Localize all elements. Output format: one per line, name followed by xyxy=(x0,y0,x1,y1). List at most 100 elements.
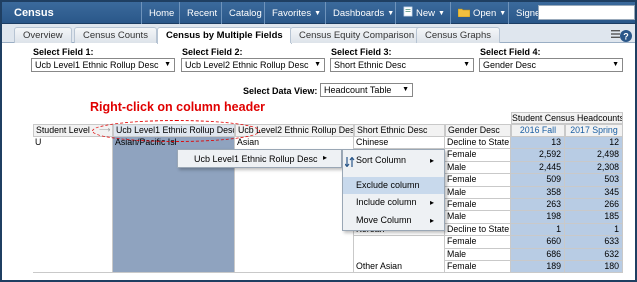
field-4-select[interactable]: Gender Desc ▼ xyxy=(479,58,623,72)
column-header-3[interactable]: Short Ethnic Desc xyxy=(354,124,445,137)
tab-census-counts[interactable]: Census Counts xyxy=(74,27,157,43)
nav-dashboards-label: Dashboards xyxy=(333,7,385,19)
spring-2017-cell: 633 xyxy=(565,236,623,249)
app-window: Census Home Recent Catalog Favorites ▼ Da… xyxy=(0,0,637,282)
gender-cell: Male xyxy=(445,186,511,199)
gender-cell: Female xyxy=(445,174,511,187)
sort-icon xyxy=(344,156,356,168)
nav-favorites-label: Favorites xyxy=(272,7,312,19)
column-header-4[interactable]: Gender Desc xyxy=(445,124,511,137)
field-3-label: Select Field 3: xyxy=(331,47,392,57)
spring-2017-cell: 345 xyxy=(565,186,623,199)
gender-cell: Female xyxy=(445,261,511,274)
dashboard-tabs: Overview Census Counts Census by Multipl… xyxy=(2,24,635,44)
gender-cell: Female xyxy=(445,149,511,162)
annotation-text: Right-click on column header xyxy=(90,100,266,114)
menu-item-sort-column-label: Sort Column xyxy=(356,155,407,165)
menu-item-sort-column[interactable]: Sort Column ▸ xyxy=(343,152,444,169)
ethnic-cell: Chinese xyxy=(354,137,445,150)
spring-2017-cell: 12 xyxy=(565,137,623,150)
nav-home[interactable]: Home xyxy=(141,2,181,24)
nav-dashboards[interactable]: Dashboards ▼ xyxy=(325,2,401,24)
field-1-value: Ucb Level1 Ethnic Rollup Desc xyxy=(35,60,159,70)
nav-recent[interactable]: Recent xyxy=(179,2,224,24)
table-group-header: Student Census Headcounts xyxy=(511,112,623,124)
spring-2017-cell: 180 xyxy=(565,261,623,274)
ethnic-cell: Other Asian xyxy=(354,261,445,274)
chevron-down-icon: ▼ xyxy=(463,61,470,68)
column-header-5[interactable]: 2016 Fall xyxy=(511,124,565,137)
nav-catalog-label: Catalog xyxy=(229,7,262,19)
svg-text:?: ? xyxy=(623,32,629,42)
nav-open[interactable]: Open ▼ xyxy=(450,2,513,24)
field-4-label: Select Field 4: xyxy=(480,47,541,57)
help-icon[interactable]: ? xyxy=(619,29,633,43)
column-options-submenu: Sort Column ▸ Exclude column Include colu… xyxy=(342,149,445,231)
menu-item-exclude-column-label: Exclude column xyxy=(356,180,420,190)
chevron-down-icon: ▼ xyxy=(438,9,445,17)
chevron-right-icon: ▸ xyxy=(429,198,434,207)
student-level-cell: U xyxy=(33,137,113,274)
nav-catalog[interactable]: Catalog xyxy=(221,2,269,24)
spring-2017-cell: 1 xyxy=(565,223,623,237)
nav-home-label: Home xyxy=(149,7,175,19)
top-navigation-bar: Census Home Recent Catalog Favorites ▼ Da… xyxy=(2,2,635,24)
gender-cell: Male xyxy=(445,161,511,175)
tab-census-graphs[interactable]: Census Graphs xyxy=(416,27,501,43)
fall-2016-cell: 1 xyxy=(511,223,565,237)
chevron-down-icon: ▼ xyxy=(387,9,395,17)
nav-open-label: Open xyxy=(473,7,497,19)
spring-2017-cell: 2,308 xyxy=(565,161,623,175)
chevron-right-icon: ▸ xyxy=(429,216,434,225)
data-view-select[interactable]: Headcount Table ▼ xyxy=(320,83,413,97)
chevron-right-icon: ▸ xyxy=(429,156,434,165)
ethnic-cell xyxy=(354,248,445,261)
column-context-menu: Ucb Level1 Ethnic Rollup Desc ▸ xyxy=(177,149,342,168)
context-menu-column-item[interactable]: Ucb Level1 Ethnic Rollup Desc xyxy=(194,154,318,164)
gender-cell: Male xyxy=(445,248,511,261)
fall-2016-cell: 509 xyxy=(511,174,565,187)
gender-cell: Decline to State xyxy=(445,223,511,237)
field-2-select[interactable]: Ucb Level2 Ethnic Rollup Desc ▼ xyxy=(181,58,325,72)
gender-cell: Male xyxy=(445,211,511,224)
chevron-down-icon: ▼ xyxy=(314,61,321,68)
chevron-down-icon: ▼ xyxy=(612,61,619,68)
tab-census-equity-comparison[interactable]: Census Equity Comparison xyxy=(290,27,424,43)
folder-icon xyxy=(457,7,471,20)
gender-cell: Decline to State xyxy=(445,137,511,150)
nav-new[interactable]: New ▼ xyxy=(395,2,452,24)
tab-census-by-multiple-fields[interactable]: Census by Multiple Fields xyxy=(157,27,292,44)
field-1-select[interactable]: Ucb Level1 Ethnic Rollup Desc ▼ xyxy=(31,58,175,72)
fall-2016-cell: 686 xyxy=(511,248,565,261)
fall-2016-cell: 2,445 xyxy=(511,161,565,175)
field-1-label: Select Field 1: xyxy=(33,47,94,57)
tab-overview[interactable]: Overview xyxy=(14,27,72,43)
fall-2016-cell: 198 xyxy=(511,211,565,224)
chevron-down-icon: ▼ xyxy=(402,86,409,93)
fall-2016-cell: 660 xyxy=(511,236,565,249)
field-4-value: Gender Desc xyxy=(483,60,537,70)
gender-cell: Female xyxy=(445,236,511,249)
data-view-label: Select Data View: xyxy=(243,86,318,96)
menu-item-include-column[interactable]: Include column ▸ xyxy=(343,194,444,211)
spring-2017-cell: 632 xyxy=(565,248,623,261)
app-title: Census xyxy=(14,7,54,19)
nav-favorites[interactable]: Favorites ▼ xyxy=(264,2,328,24)
menu-item-move-column[interactable]: Move Column ▸ xyxy=(343,212,444,229)
column-header-6[interactable]: 2017 Spring xyxy=(565,124,623,137)
spring-2017-cell: 2,498 xyxy=(565,149,623,162)
menu-item-move-column-label: Move Column xyxy=(356,215,412,225)
spring-2017-cell: 185 xyxy=(565,211,623,224)
menu-item-exclude-column[interactable]: Exclude column xyxy=(343,177,444,194)
new-icon xyxy=(403,6,413,20)
fall-2016-cell: 263 xyxy=(511,199,565,212)
nav-recent-label: Recent xyxy=(187,7,218,19)
annotation-ellipse xyxy=(92,120,260,142)
gender-cell: Female xyxy=(445,199,511,212)
chevron-down-icon: ▼ xyxy=(314,9,322,17)
fall-2016-cell: 189 xyxy=(511,261,565,274)
signed-in-user-field[interactable] xyxy=(538,5,635,20)
field-3-select[interactable]: Short Ethnic Desc ▼ xyxy=(330,58,474,72)
chevron-down-icon: ▼ xyxy=(499,9,507,17)
chevron-down-icon: ▼ xyxy=(164,61,171,68)
